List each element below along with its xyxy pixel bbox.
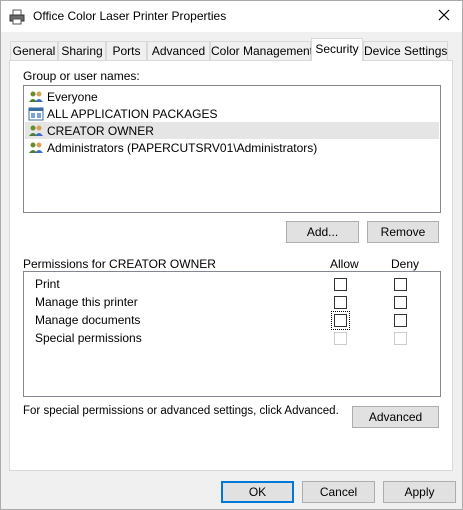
permission-label: Print [35, 277, 60, 291]
allow-header: Allow [330, 257, 359, 271]
tab-sharing[interactable]: Sharing [58, 41, 106, 60]
ok-button[interactable]: OK [221, 481, 294, 503]
deny-header: Deny [391, 257, 420, 271]
list-item-selected[interactable]: CREATOR OWNER [25, 122, 439, 139]
permissions-label: Permissions for CREATOR OWNER [23, 257, 216, 271]
app-packages-icon [28, 107, 44, 121]
users-group-icon [28, 141, 44, 155]
advanced-hint: For special permissions or advanced sett… [23, 405, 339, 417]
deny-checkbox[interactable] [394, 296, 407, 309]
deny-checkbox[interactable] [394, 278, 407, 291]
user-name: ALL APPLICATION PACKAGES [47, 106, 218, 121]
tab-color-management[interactable]: Color Management [210, 41, 313, 60]
tab-advanced[interactable]: Advanced [147, 41, 210, 60]
list-item[interactable]: Administrators (PAPERCUTSRV01\Administra… [28, 139, 317, 156]
tab-general[interactable]: General [10, 41, 58, 60]
group-label: Group or user names: [23, 69, 140, 83]
list-item[interactable]: Everyone [28, 88, 98, 105]
deny-checkbox-disabled [394, 332, 407, 345]
allow-checkbox[interactable] [331, 311, 350, 330]
list-item[interactable]: ALL APPLICATION PACKAGES [28, 105, 218, 122]
permission-label: Manage this printer [35, 295, 138, 309]
deny-checkbox[interactable] [394, 314, 407, 327]
title-bar: Office Color Laser Printer Properties [1, 1, 462, 32]
remove-button[interactable]: Remove [367, 221, 439, 243]
allow-checkbox[interactable] [334, 296, 347, 309]
cancel-button[interactable]: Cancel [302, 481, 375, 503]
permission-row: Print [24, 276, 440, 294]
permissions-list: Print Manage this printer Manage documen… [23, 271, 441, 397]
apply-button[interactable]: Apply [383, 481, 456, 503]
permission-label: Manage documents [35, 313, 141, 327]
tab-security[interactable]: Security [311, 38, 363, 61]
user-name: Administrators (PAPERCUTSRV01\Administra… [47, 140, 318, 155]
permission-row: Manage this printer [24, 294, 440, 312]
close-icon [438, 9, 450, 24]
allow-checkbox[interactable] [334, 278, 347, 291]
users-group-icon [28, 90, 44, 104]
allow-checkbox-disabled [334, 332, 347, 345]
close-button[interactable] [431, 4, 457, 28]
user-name: CREATOR OWNER [47, 123, 154, 138]
users-group-icon [28, 124, 44, 138]
printer-icon [9, 9, 25, 28]
window-title: Office Color Laser Printer Properties [33, 9, 227, 23]
tab-ports[interactable]: Ports [106, 41, 147, 60]
tab-device-settings[interactable]: Device Settings [363, 41, 448, 60]
permission-label: Special permissions [35, 331, 142, 345]
user-name: Everyone [47, 89, 98, 104]
advanced-button[interactable]: Advanced [352, 406, 439, 428]
add-button[interactable]: Add... [286, 221, 359, 243]
user-listbox[interactable]: Everyone ALL APPLICATION PACKAGES CREATO… [23, 85, 441, 213]
permission-row: Special permissions [24, 330, 440, 348]
properties-window: Office Color Laser Printer Properties Ge… [0, 0, 463, 510]
permission-row: Manage documents [24, 311, 440, 330]
